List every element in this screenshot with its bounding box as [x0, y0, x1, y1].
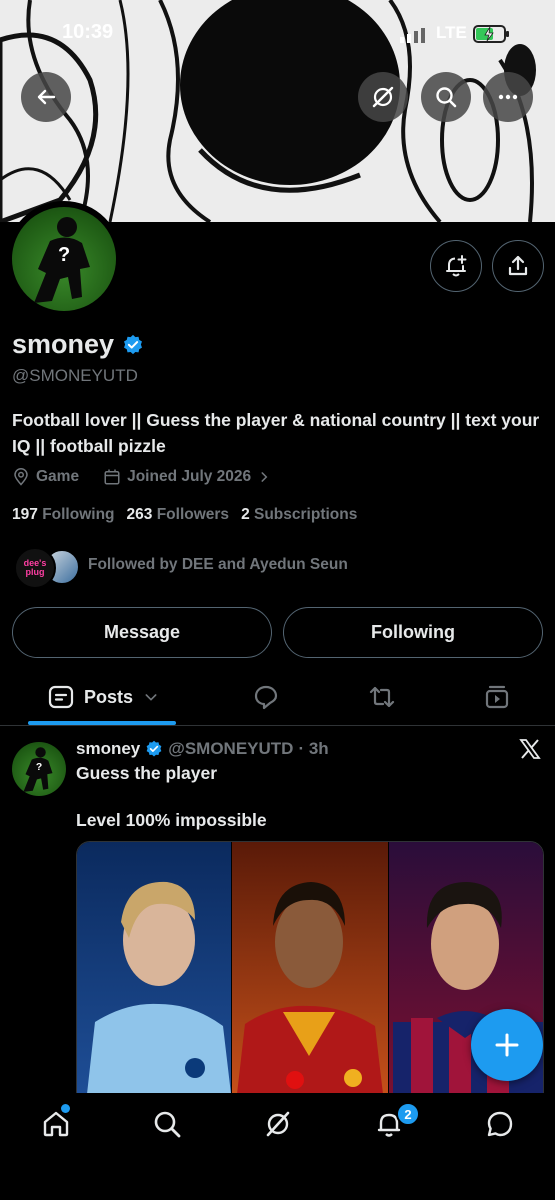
notify-button[interactable]: [430, 240, 482, 292]
subscriptions-stat[interactable]: 2 Subscriptions: [241, 506, 357, 524]
svg-text:?: ?: [36, 762, 42, 773]
more-icon: [498, 94, 518, 100]
media-icon: [485, 685, 509, 709]
repost-icon: [369, 686, 395, 708]
back-button[interactable]: [21, 72, 71, 122]
stats-row: 197 Following 263 Followers 2 Subscripti…: [12, 506, 357, 524]
posts-icon: [48, 685, 74, 709]
post-time: · 3h: [298, 739, 329, 758]
tab-media[interactable]: [477, 677, 517, 717]
compose-icon: [495, 1033, 519, 1057]
share-button[interactable]: [492, 240, 544, 292]
grok-button[interactable]: [358, 72, 408, 122]
messages-icon: [487, 1111, 513, 1137]
home-unread-dot: [61, 1104, 70, 1113]
chevron-down-icon: [145, 694, 157, 701]
location-icon: [14, 468, 28, 486]
joined-date[interactable]: Joined July 2026: [127, 468, 251, 486]
following-button[interactable]: Following: [283, 607, 543, 658]
post-text-line2: Level 100% impossible: [76, 810, 267, 830]
grok-icon: [372, 86, 394, 108]
nav-search[interactable]: [147, 1104, 187, 1144]
display-name: smoney: [12, 329, 115, 359]
nav-grok[interactable]: [258, 1104, 298, 1144]
nav-messages[interactable]: [480, 1104, 520, 1144]
back-arrow-icon: [37, 89, 56, 105]
following-stat[interactable]: 197 Following: [12, 506, 115, 524]
post-handle: @SMONEYUTD: [168, 739, 294, 758]
follower-avatar-1: dee's plug: [14, 547, 56, 589]
bio: Football lover || Guess the player & nat…: [12, 410, 540, 456]
tab-posts[interactable]: Posts: [48, 684, 159, 710]
followers-stat[interactable]: 263 Followers: [127, 506, 230, 524]
handle: @SMONEYUTD: [12, 366, 138, 385]
post-header: smoney @SMONEYUTD · 3h: [76, 739, 329, 759]
more-button[interactable]: [483, 72, 533, 122]
home-icon: [43, 1111, 69, 1137]
nav-home[interactable]: [36, 1104, 76, 1144]
search-button[interactable]: [421, 72, 471, 122]
post-text-line1: Guess the player: [76, 763, 218, 783]
silhouette-icon: ?: [34, 217, 90, 303]
chevron-right-icon: [261, 472, 268, 482]
post-avatar[interactable]: ?: [12, 742, 66, 796]
message-button[interactable]: Message: [12, 607, 272, 658]
category-label: Game: [36, 468, 80, 485]
bell-plus-icon: [446, 255, 467, 277]
calendar-icon: [104, 469, 120, 485]
tab-posts-label: Posts: [84, 686, 134, 707]
svg-text:?: ?: [58, 244, 70, 266]
network-label: LTE: [436, 23, 467, 42]
x-logo-icon: [518, 737, 542, 766]
verified-icon: [146, 740, 162, 757]
display-name-row: smoney: [12, 329, 144, 360]
verified-icon: [124, 334, 143, 354]
grok-icon: [266, 1111, 290, 1137]
post-author[interactable]: smoney: [76, 739, 140, 759]
compose-button[interactable]: [471, 1009, 543, 1081]
notification-badge: 2: [396, 1102, 420, 1126]
search-icon: [436, 87, 457, 108]
share-icon: [508, 255, 528, 276]
battery-icon: [473, 24, 511, 49]
followed-by-text[interactable]: Followed by DEE and Ayedun Seun: [88, 556, 348, 574]
meta-row: Game Joined July 2026: [12, 468, 271, 486]
tab-replies[interactable]: [246, 677, 286, 717]
search-icon: [154, 1111, 181, 1138]
silhouette-icon: ?: [23, 747, 53, 792]
tabs-divider: [0, 725, 555, 726]
status-time: 10:39: [62, 21, 114, 43]
profile-avatar[interactable]: ?: [12, 207, 116, 311]
signal-icon: [400, 28, 425, 43]
reply-icon: [254, 685, 278, 710]
tab-reposts[interactable]: [362, 677, 402, 717]
